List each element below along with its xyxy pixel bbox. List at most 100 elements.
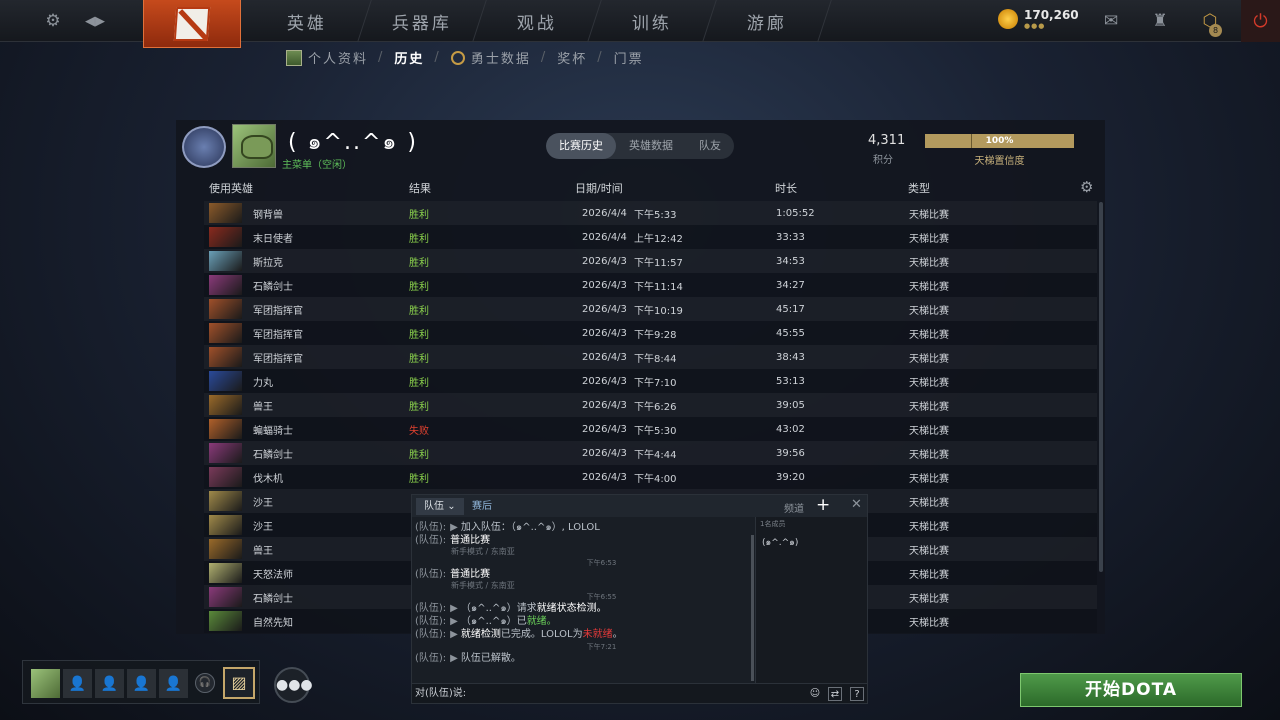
table-row[interactable]: 斯拉克 胜利 2026/4/3 下午11:57 34:53 天梯比赛 xyxy=(204,249,1097,273)
player-status: 主菜单（空闲） xyxy=(282,160,352,171)
chat-tab-party[interactable]: 队伍 ⌄ xyxy=(416,498,464,515)
hero-portrait-icon xyxy=(209,515,242,535)
match-type: 天梯比赛 xyxy=(909,353,949,365)
chat-tab-postgame[interactable]: 赛后 xyxy=(464,498,500,515)
tab-hero-stats[interactable]: 英雄数据 xyxy=(616,133,686,159)
profile-header: ( ๑^..^๑ ) 主菜单（空闲） 比赛历史 英雄数据 队友 4,311 积分… xyxy=(176,120,1105,172)
chat-input[interactable]: 对(队伍)说: ☺ ⇄ ? xyxy=(412,683,867,703)
nav-arcade[interactable]: 游廊 xyxy=(703,0,832,42)
dota-logo-button[interactable] xyxy=(143,0,241,48)
party-bar: 👤 👤 👤 👤 🎧 ▨ xyxy=(22,660,260,704)
confidence-tick xyxy=(971,134,972,148)
nav-armory[interactable]: 兵器库 xyxy=(358,0,487,42)
subnav-history[interactable]: 历史 xyxy=(394,48,424,67)
party-slot-empty[interactable]: 👤 xyxy=(63,669,92,698)
table-row[interactable]: 伐木机 胜利 2026/4/3 下午4:00 39:20 天梯比赛 xyxy=(204,465,1097,489)
mail-icon[interactable]: ✉ xyxy=(1097,0,1125,42)
match-type: 天梯比赛 xyxy=(909,497,949,509)
power-icon[interactable]: ⏻ xyxy=(1241,0,1280,42)
party-slot-self[interactable] xyxy=(31,669,60,698)
match-date: 2026/4/4 xyxy=(582,231,627,243)
nav-learn[interactable]: 训练 xyxy=(588,0,717,42)
hex-plus-icon[interactable]: ⬡ xyxy=(1196,0,1224,42)
chat-messages: (队伍): ▶ 加入队伍：（๑^..^๑）, LOLOL (队伍): 普通比赛 新手模… xyxy=(412,517,751,684)
match-type: 天梯比赛 xyxy=(909,521,949,533)
hero-name: 石鳞剑士 xyxy=(253,449,293,461)
match-time: 下午9:28 xyxy=(634,329,677,341)
match-duration: 34:27 xyxy=(776,279,805,291)
close-icon[interactable]: ✕ xyxy=(851,497,862,512)
nav-heroes[interactable]: 英雄 xyxy=(243,0,372,42)
header-date[interactable]: 日期/时间 xyxy=(575,180,623,195)
table-row[interactable]: 力丸 胜利 2026/4/3 下午7:10 53:13 天梯比赛 xyxy=(204,369,1097,393)
chat-timestamp: 下午7:21 xyxy=(586,643,617,651)
subnav-tickets[interactable]: 门票 xyxy=(614,48,644,67)
table-row[interactable]: 石鳞剑士 胜利 2026/4/3 下午4:44 39:56 天梯比赛 xyxy=(204,441,1097,465)
emoji-icon[interactable]: ☺ xyxy=(808,687,822,701)
avatar[interactable] xyxy=(232,124,276,168)
nav-watch[interactable]: 观战 xyxy=(473,0,602,42)
friends-icon[interactable]: ●●● xyxy=(274,667,313,703)
subnav-profile[interactable]: 个人资料 xyxy=(308,48,368,67)
chat-header: 队伍 ⌄ 赛后 频道 + ✕ xyxy=(412,495,867,517)
match-date: 2026/4/3 xyxy=(582,375,627,387)
help-icon[interactable]: ? xyxy=(850,687,864,701)
hero-portrait-icon xyxy=(209,395,242,415)
match-duration: 39:05 xyxy=(776,399,805,411)
translate-icon[interactable]: ⇄ xyxy=(828,687,842,701)
member-item[interactable]: (๑^.^๑) xyxy=(756,531,867,553)
chat-message: (队伍): ▶ （๑^..^๑）已就绪。 xyxy=(415,616,557,627)
match-duration: 43:02 xyxy=(776,423,805,435)
table-row[interactable]: 军团指挥官 胜利 2026/4/3 下午9:28 45:55 天梯比赛 xyxy=(204,321,1097,345)
chat-channels-button[interactable]: 频道 xyxy=(784,500,804,515)
match-date: 2026/4/3 xyxy=(582,423,627,435)
table-scrollbar[interactable] xyxy=(1099,202,1103,572)
settings-gear-icon[interactable]: ⚙ xyxy=(40,0,66,42)
ranked-roles-icon[interactable]: ▨ xyxy=(223,667,255,699)
subnav-plus-stats[interactable]: 勇士数据 xyxy=(471,48,531,67)
table-row[interactable]: 蝙蝠骑士 失败 2026/4/3 下午5:30 43:02 天梯比赛 xyxy=(204,417,1097,441)
match-time: 下午6:26 xyxy=(634,401,677,413)
play-dota-button[interactable]: 开始DOTA xyxy=(1020,673,1242,707)
add-channel-icon[interactable]: + xyxy=(816,495,830,515)
level-badge: 8 xyxy=(1209,24,1222,37)
table-row[interactable]: 军团指挥官 胜利 2026/4/3 下午8:44 38:43 天梯比赛 xyxy=(204,345,1097,369)
hero-portrait-icon xyxy=(209,299,242,319)
tab-teammates[interactable]: 队友 xyxy=(686,133,734,159)
tower-icon[interactable]: ♜ xyxy=(1145,0,1175,42)
confidence-bar: 100% xyxy=(925,134,1074,148)
table-row[interactable]: 末日使者 胜利 2026/4/4 上午12:42 33:33 天梯比赛 xyxy=(204,225,1097,249)
headset-icon[interactable]: 🎧 xyxy=(195,673,215,693)
avatar-icon xyxy=(286,49,302,66)
hero-portrait-icon xyxy=(209,611,242,631)
table-row[interactable]: 军团指挥官 胜利 2026/4/3 下午10:19 45:17 天梯比赛 xyxy=(204,297,1097,321)
header-duration[interactable]: 时长 xyxy=(775,180,797,195)
subnav-trophies[interactable]: 奖杯 xyxy=(557,48,587,67)
currency-display[interactable]: 170,260 ●●● xyxy=(998,8,1079,30)
hero-name: 兽王 xyxy=(253,545,273,557)
subnav-separator: / xyxy=(597,50,604,65)
header-hero[interactable]: 使用英雄 xyxy=(209,180,253,195)
hero-portrait-icon xyxy=(209,563,242,583)
match-type: 天梯比赛 xyxy=(909,401,949,413)
chat-message: (队伍): ▶ 就绪检测已完成。LOLOL为未就绪。 xyxy=(415,629,623,640)
back-forward-icon[interactable]: ◀▶ xyxy=(80,0,110,42)
hero-name: 军团指挥官 xyxy=(253,305,303,317)
table-row[interactable]: 兽王 胜利 2026/4/3 下午6:26 39:05 天梯比赛 xyxy=(204,393,1097,417)
match-result: 失败 xyxy=(409,425,429,437)
header-type[interactable]: 类型 xyxy=(908,180,930,195)
hero-name: 石鳞剑士 xyxy=(253,281,293,293)
tab-match-history[interactable]: 比赛历史 xyxy=(546,133,616,159)
party-slot-empty[interactable]: 👤 xyxy=(127,669,156,698)
party-slot-empty[interactable]: 👤 xyxy=(159,669,188,698)
mmr-value: 4,311 xyxy=(868,133,906,148)
currency-value: 170,260 xyxy=(1024,8,1079,22)
table-settings-gear-icon[interactable]: ⚙ xyxy=(1080,178,1093,196)
table-row[interactable]: 钢背兽 胜利 2026/4/4 下午5:33 1:05:52 天梯比赛 xyxy=(204,201,1097,225)
table-row[interactable]: 石鳞剑士 胜利 2026/4/3 下午11:14 34:27 天梯比赛 xyxy=(204,273,1097,297)
chat-scrollbar[interactable] xyxy=(751,535,754,681)
party-slot-empty[interactable]: 👤 xyxy=(95,669,124,698)
header-result[interactable]: 结果 xyxy=(409,180,431,195)
match-type: 天梯比赛 xyxy=(909,449,949,461)
match-duration: 1:05:52 xyxy=(776,207,815,219)
